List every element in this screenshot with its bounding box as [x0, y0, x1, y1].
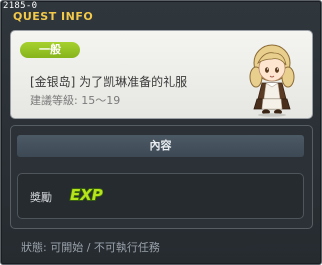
window-title: QUEST INFO — [13, 10, 94, 23]
quest-name: [金银岛] 为了凯琳准备的礼服 — [30, 75, 188, 89]
npc-portrait — [249, 44, 295, 117]
quest-info-window: 2185-0 QUEST INFO 一般 [金银岛] 为了凯琳准备的礼服 建議等… — [0, 0, 322, 265]
level-requirement: 建議等級: 15～19 — [30, 94, 121, 107]
exp-icon: EXP — [69, 185, 103, 203]
reward-box: 獎勵 EXP — [17, 173, 304, 219]
quest-summary-panel: 一般 [金银岛] 为了凯琳准备的礼服 建議等級: 15～19 — [10, 30, 313, 119]
quest-status: 狀態: 可開始 / 不可執行任務 — [21, 241, 160, 254]
quest-category-badge: 一般 — [20, 42, 80, 58]
reward-label: 獎勵 — [30, 191, 52, 204]
content-tab-header: 內容 — [17, 135, 304, 157]
exp-icon-text: EXP — [70, 186, 103, 203]
quest-content-panel: 內容 獎勵 EXP — [10, 125, 313, 229]
